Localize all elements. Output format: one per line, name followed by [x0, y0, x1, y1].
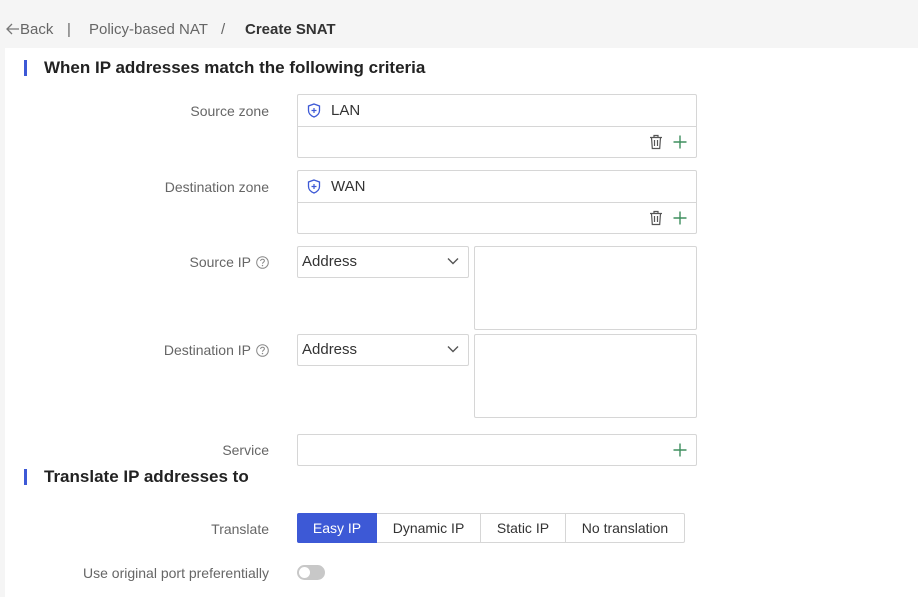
translate-option-easy-ip[interactable]: Easy IP	[297, 513, 377, 543]
source-ip-textarea[interactable]	[474, 246, 697, 330]
help-icon[interactable]	[256, 344, 269, 357]
source-ip-label-group: Source IP	[190, 254, 269, 270]
breadcrumb-bar: Back | Policy-based NAT / Create SNAT	[0, 0, 918, 48]
destination-zone-value: WAN	[331, 178, 366, 195]
help-icon[interactable]	[256, 256, 269, 269]
breadcrumb-separator: |	[67, 21, 71, 38]
source-zone-field[interactable]: LAN	[297, 94, 697, 158]
plus-icon[interactable]	[673, 443, 687, 457]
plus-icon[interactable]	[673, 135, 687, 149]
trash-icon[interactable]	[649, 134, 663, 150]
section-accent-bar	[24, 60, 27, 76]
destination-ip-textarea[interactable]	[474, 334, 697, 418]
source-ip-label: Source IP	[189, 254, 251, 270]
shield-icon	[307, 103, 321, 118]
source-ip-type-select[interactable]: Address	[297, 246, 469, 278]
chevron-down-icon	[447, 346, 459, 353]
arrow-left-icon	[6, 23, 19, 35]
back-button[interactable]: Back	[5, 21, 53, 39]
breadcrumb-policy-nat[interactable]: Policy-based NAT	[89, 21, 208, 39]
translate-section-title: Translate IP addresses to	[44, 467, 249, 486]
chevron-down-icon	[447, 258, 459, 265]
shield-icon	[307, 179, 321, 194]
destination-ip-type-value: Address	[302, 341, 358, 358]
service-label: Service	[222, 442, 269, 458]
back-label: Back	[20, 21, 54, 38]
source-zone-value: LAN	[331, 102, 361, 119]
destination-ip-label: Destination IP	[163, 342, 251, 358]
breadcrumb-separator: /	[221, 21, 226, 38]
source-ip-type-value: Address	[302, 253, 358, 270]
translate-option-no-translation[interactable]: No translation	[565, 513, 685, 543]
destination-ip-label-group: Destination IP	[164, 342, 269, 358]
source-zone-label: Source zone	[190, 103, 269, 119]
translate-label: Translate	[211, 521, 269, 537]
section-accent-bar	[24, 469, 27, 485]
service-field[interactable]	[297, 434, 697, 466]
source-zone-entry[interactable]: LAN	[298, 95, 696, 127]
original-port-label: Use original port preferentially	[83, 565, 269, 581]
toggle-knob	[299, 567, 310, 578]
plus-icon[interactable]	[673, 211, 687, 225]
destination-ip-type-select[interactable]: Address	[297, 334, 469, 366]
trash-icon[interactable]	[649, 210, 663, 226]
translate-option-dynamic-ip[interactable]: Dynamic IP	[376, 513, 481, 543]
form-panel: When IP addresses match the following cr…	[5, 48, 918, 597]
destination-zone-label: Destination zone	[164, 179, 269, 195]
translate-mode-group: Easy IP Dynamic IP Static IP No translat…	[297, 513, 685, 543]
original-port-toggle[interactable]	[297, 565, 325, 580]
destination-zone-entry[interactable]: WAN	[298, 171, 696, 203]
destination-zone-field[interactable]: WAN	[297, 170, 697, 234]
criteria-section-title: When IP addresses match the following cr…	[44, 58, 426, 77]
page-title: Create SNAT	[245, 21, 336, 38]
translate-option-static-ip[interactable]: Static IP	[480, 513, 566, 543]
